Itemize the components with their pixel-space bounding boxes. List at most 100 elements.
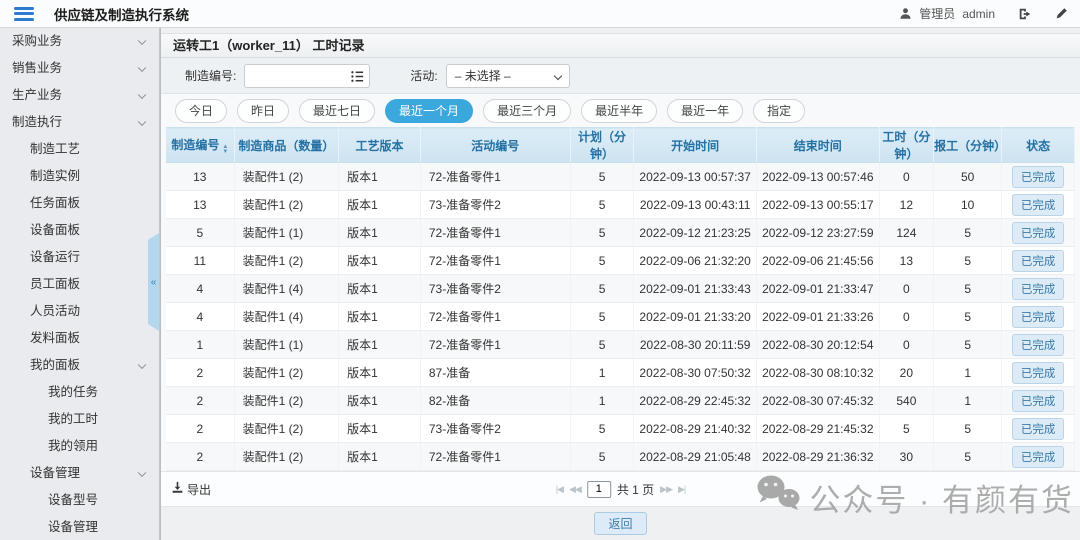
status-badge[interactable]: 已完成 xyxy=(1012,390,1065,412)
status-badge[interactable]: 已完成 xyxy=(1012,362,1065,384)
col-end-time: 结束时间 xyxy=(756,128,879,163)
status-badge[interactable]: 已完成 xyxy=(1012,222,1065,244)
sidebar-item-equipment-mgmt-sub[interactable]: 设备管理 xyxy=(0,514,159,540)
sidebar-item-mfg-process[interactable]: 制造工艺 xyxy=(0,136,159,163)
topbar: 供应链及制造执行系统 管理员 admin xyxy=(0,0,1080,28)
prev-page-icon[interactable]: ◀◀ xyxy=(569,484,581,495)
sidebar-collapse-handle[interactable]: « xyxy=(148,233,159,331)
list-picker-icon[interactable] xyxy=(350,69,365,84)
table-row[interactable]: 4 装配件1 (4) 版本1 72-准备零件1 5 2022-09-01 21:… xyxy=(166,303,1075,331)
table-header-row: 制造编号▲▼ 制造商品（数量） 工艺版本 活动编号 计划（分钟） 开始时间 结束… xyxy=(166,128,1075,163)
status-badge[interactable]: 已完成 xyxy=(1012,334,1065,356)
user-icon xyxy=(899,7,912,20)
status-badge[interactable]: 已完成 xyxy=(1012,250,1065,272)
status-badge[interactable]: 已完成 xyxy=(1012,166,1065,188)
next-page-icon[interactable]: ▶▶ xyxy=(660,484,672,495)
table-row[interactable]: 4 装配件1 (4) 版本1 73-准备零件2 5 2022-09-01 21:… xyxy=(166,275,1075,303)
activity-select-value: – 未选择 – xyxy=(455,69,511,83)
last-page-icon[interactable]: ▶| xyxy=(678,484,685,495)
table-row[interactable]: 5 装配件1 (1) 版本1 72-准备零件1 5 2022-09-12 21:… xyxy=(166,219,1075,247)
range-button-today[interactable]: 今日 xyxy=(175,99,227,123)
page-input[interactable] xyxy=(587,481,611,498)
mfg-no-input[interactable] xyxy=(244,64,370,88)
chevron-down-icon xyxy=(138,117,146,125)
first-page-icon[interactable]: |◀ xyxy=(556,484,563,495)
download-icon xyxy=(171,481,184,497)
user-name: admin xyxy=(962,7,995,21)
sidebar-item-procurement[interactable]: 采购业务 xyxy=(0,28,159,55)
col-plan-minutes: 计划（分钟） xyxy=(570,128,634,163)
sidebar-item-employee-panel[interactable]: 员工面板 xyxy=(0,271,159,298)
logout-icon[interactable] xyxy=(1018,7,1032,21)
back-bar: 返回 xyxy=(161,507,1080,540)
range-button-yesterday[interactable]: 昨日 xyxy=(237,99,289,123)
chevron-down-icon xyxy=(138,90,146,98)
table-row[interactable]: 1 装配件1 (1) 版本1 72-准备零件1 5 2022-08-30 20:… xyxy=(166,331,1075,359)
mfg-no-label: 制造编号: xyxy=(185,67,236,84)
table-row[interactable]: 13 装配件1 (2) 版本1 72-准备零件1 5 2022-09-13 00… xyxy=(166,163,1075,191)
sidebar-item-my-hours[interactable]: 我的工时 xyxy=(0,406,159,433)
activity-select[interactable]: – 未选择 – xyxy=(446,64,570,88)
sidebar-item-task-panel[interactable]: 任务面板 xyxy=(0,190,159,217)
worktime-table: 制造编号▲▼ 制造商品（数量） 工艺版本 活动编号 计划（分钟） 开始时间 结束… xyxy=(161,127,1080,471)
range-button-last-month[interactable]: 最近一个月 xyxy=(385,99,473,123)
collapse-left-icon: « xyxy=(151,277,157,288)
sidebar-item-equipment-model[interactable]: 设备型号 xyxy=(0,487,159,514)
table-row[interactable]: 2 装配件1 (2) 版本1 82-准备 1 2022-08-29 22:45:… xyxy=(166,387,1075,415)
sidebar-item-personnel-activity[interactable]: 人员活动 xyxy=(0,298,159,325)
sidebar-item-sales[interactable]: 销售业务 xyxy=(0,55,159,82)
chevron-down-icon xyxy=(553,71,561,79)
range-button-last-year[interactable]: 最近一年 xyxy=(667,99,743,123)
pager-bar: 导出 |◀ ◀◀ 共 1 页 ▶▶ ▶| xyxy=(161,471,1080,507)
app-title: 供应链及制造执行系统 xyxy=(54,4,189,24)
range-button-custom[interactable]: 指定 xyxy=(753,99,805,123)
col-product-qty: 制造商品（数量） xyxy=(234,128,338,163)
main-content: 运转工1（worker_11） 工时记录 制造编号: 活动: – 未选择 – 今… xyxy=(160,28,1080,540)
col-report-minutes: 报工（分钟） xyxy=(934,128,1002,163)
sidebar-item-equipment-panel[interactable]: 设备面板 xyxy=(0,217,159,244)
table-row[interactable]: 13 装配件1 (2) 版本1 73-准备零件2 5 2022-09-13 00… xyxy=(166,191,1075,219)
sidebar-item-equipment-mgmt[interactable]: 设备管理 xyxy=(0,460,159,487)
chevron-down-icon xyxy=(138,468,146,476)
col-status: 状态 xyxy=(1002,128,1075,163)
date-range-bar: 今日 昨日 最近七日 最近一个月 最近三个月 最近半年 最近一年 指定 xyxy=(161,94,1080,127)
page-title: 运转工1（worker_11） 工时记录 xyxy=(161,33,1080,58)
status-badge[interactable]: 已完成 xyxy=(1012,418,1065,440)
sidebar-item-equipment-run[interactable]: 设备运行 xyxy=(0,244,159,271)
status-badge[interactable]: 已完成 xyxy=(1012,306,1065,328)
table-body: 13 装配件1 (2) 版本1 72-准备零件1 5 2022-09-13 00… xyxy=(166,163,1075,471)
activity-label: 活动: xyxy=(410,67,437,84)
pagination: |◀ ◀◀ 共 1 页 ▶▶ ▶| xyxy=(556,481,686,498)
sort-icon[interactable]: ▲▼ xyxy=(222,145,228,155)
range-button-last7days[interactable]: 最近七日 xyxy=(299,99,375,123)
sidebar-item-my-requisition[interactable]: 我的领用 xyxy=(0,433,159,460)
status-badge[interactable]: 已完成 xyxy=(1012,446,1065,468)
app-root: 供应链及制造执行系统 管理员 admin 采购业务 销售业务 生产业务 制造执行… xyxy=(0,0,1080,540)
edit-icon[interactable] xyxy=(1055,7,1068,20)
range-button-half-year[interactable]: 最近半年 xyxy=(581,99,657,123)
export-button[interactable]: 导出 xyxy=(171,481,211,498)
sidebar-item-mfg-execution[interactable]: 制造执行 xyxy=(0,109,159,136)
sidebar-item-my-panel[interactable]: 我的面板 xyxy=(0,352,159,379)
hamburger-menu-icon[interactable] xyxy=(14,7,34,21)
chevron-down-icon xyxy=(138,360,146,368)
back-button[interactable]: 返回 xyxy=(594,512,646,535)
table-row[interactable]: 2 装配件1 (2) 版本1 87-准备 1 2022-08-30 07:50:… xyxy=(166,359,1075,387)
status-badge[interactable]: 已完成 xyxy=(1012,278,1065,300)
user-role: 管理员 xyxy=(919,5,955,22)
range-button-last3months[interactable]: 最近三个月 xyxy=(483,99,571,123)
sidebar: 采购业务 销售业务 生产业务 制造执行 制造工艺 制造实例 任务面板 设备面板 … xyxy=(0,28,160,540)
sidebar-item-mfg-instance[interactable]: 制造实例 xyxy=(0,163,159,190)
sidebar-item-production[interactable]: 生产业务 xyxy=(0,82,159,109)
table-row[interactable]: 2 装配件1 (2) 版本1 72-准备零件1 5 2022-08-29 21:… xyxy=(166,443,1075,471)
col-mfg-no[interactable]: 制造编号▲▼ xyxy=(166,128,234,163)
topbar-right: 管理员 admin xyxy=(899,5,1068,22)
col-start-time: 开始时间 xyxy=(634,128,757,163)
chevron-down-icon xyxy=(138,63,146,71)
status-badge[interactable]: 已完成 xyxy=(1012,194,1065,216)
col-activity-no: 活动编号 xyxy=(420,128,570,163)
sidebar-item-my-tasks[interactable]: 我的任务 xyxy=(0,379,159,406)
table-row[interactable]: 2 装配件1 (2) 版本1 73-准备零件2 5 2022-08-29 21:… xyxy=(166,415,1075,443)
table-row[interactable]: 11 装配件1 (2) 版本1 72-准备零件1 5 2022-09-06 21… xyxy=(166,247,1075,275)
sidebar-item-material-panel[interactable]: 发料面板 xyxy=(0,325,159,352)
